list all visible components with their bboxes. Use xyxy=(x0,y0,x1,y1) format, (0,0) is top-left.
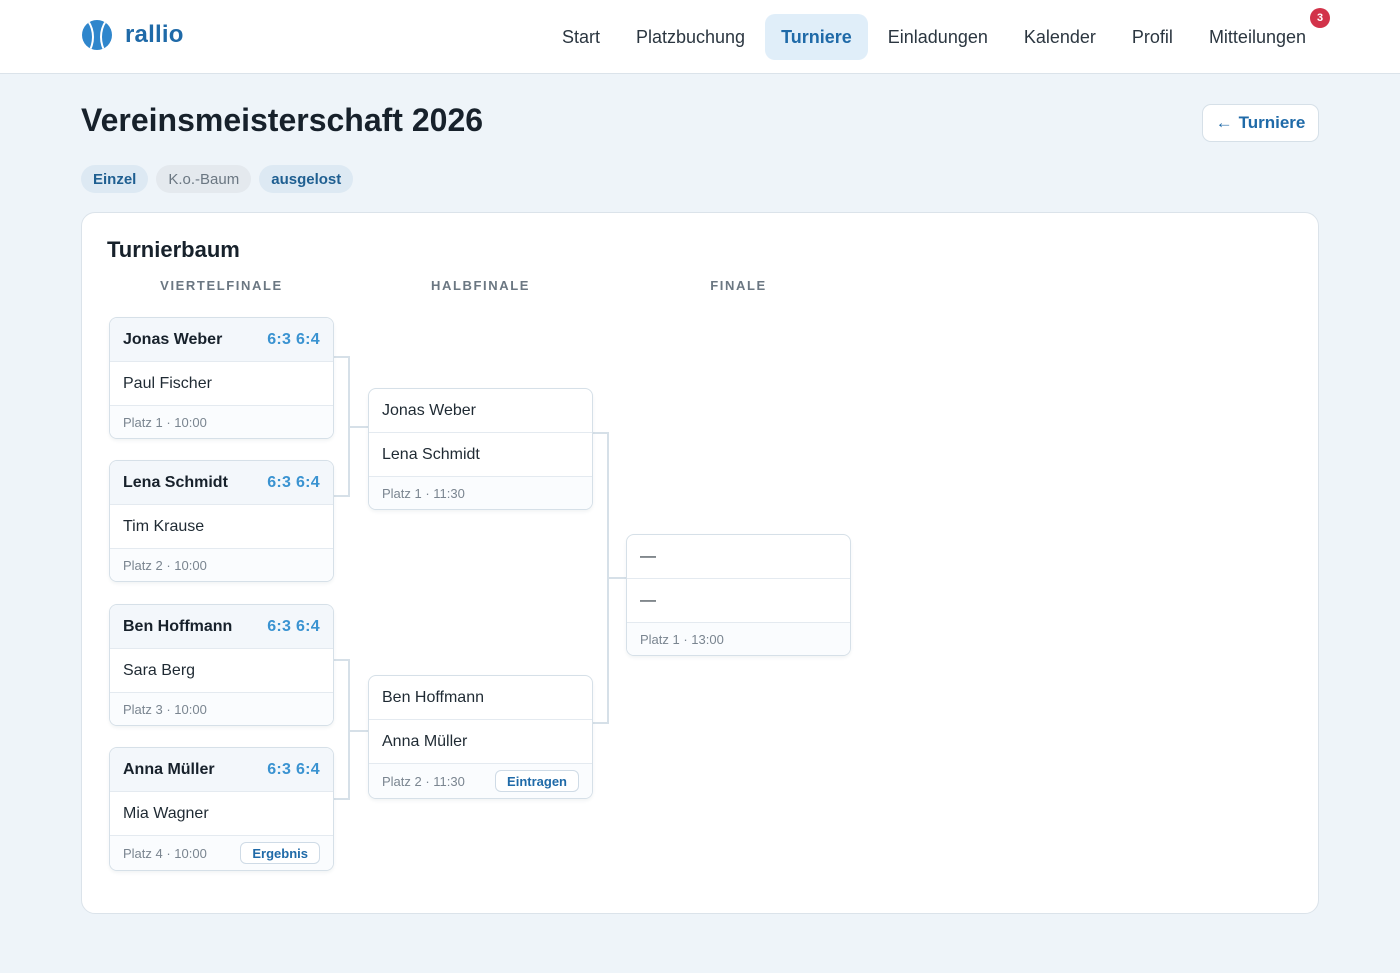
match-semifinal-1: Jonas Weber Lena Schmidt Platz 1 · 11:30 xyxy=(368,388,593,510)
player-name: Ben Hoffmann xyxy=(382,688,484,706)
back-to-tournaments-button[interactable]: ← Turniere xyxy=(1202,104,1319,142)
court-time: Platz 1 · 11:30 xyxy=(382,485,465,501)
enter-result-button[interactable]: Ergebnis xyxy=(240,842,320,864)
match-score: 6:3 6:4 xyxy=(267,760,320,778)
nav-item-profil[interactable]: Profil xyxy=(1116,14,1189,60)
page-title: Vereinsmeisterschaft 2026 xyxy=(81,102,484,138)
connector-qf3-qf4 xyxy=(333,659,350,800)
player-name: — xyxy=(640,591,656,609)
arrow-left-icon: ← xyxy=(1215,113,1233,132)
nav-item-platzbuchung[interactable]: Platzbuchung xyxy=(620,14,761,60)
player-row-winner: Lena Schmidt 6:3 6:4 xyxy=(110,461,333,505)
player-name: Paul Fischer xyxy=(123,374,212,392)
player-row-winner: Jonas Weber 6:3 6:4 xyxy=(110,318,333,362)
court-time: Platz 1 · 13:00 xyxy=(640,631,724,647)
match-meta: Platz 1 · 13:00 xyxy=(627,623,850,655)
match-quarterfinal-3: Ben Hoffmann 6:3 6:4 Sara Berg Platz 3 ·… xyxy=(109,604,334,726)
player-name: Anna Müller xyxy=(382,732,468,750)
match-quarterfinal-1: Jonas Weber 6:3 6:4 Paul Fischer Platz 1… xyxy=(109,317,334,439)
logo[interactable]: rallio xyxy=(82,19,184,51)
match-quarterfinal-2: Lena Schmidt 6:3 6:4 Tim Krause Platz 2 … xyxy=(109,460,334,582)
match-score: 6:3 6:4 xyxy=(267,330,320,348)
match-score: 6:3 6:4 xyxy=(267,617,320,635)
match-meta: Platz 4 · 10:00 Ergebnis xyxy=(110,836,333,870)
player-name: Jonas Weber xyxy=(123,330,223,348)
connector-sf1-sf2 xyxy=(592,432,609,724)
tag-format: Einzel xyxy=(81,165,149,193)
tournament-tags: Einzel K.o.-Baum ausgelost xyxy=(81,165,361,193)
match-final: — — Platz 1 · 13:00 xyxy=(626,534,851,656)
nav-item-turniere[interactable]: Turniere xyxy=(765,14,868,60)
court-time: Platz 4 · 10:00 xyxy=(123,845,207,861)
match-quarterfinal-4: Anna Müller 6:3 6:4 Mia Wagner Platz 4 ·… xyxy=(109,747,334,871)
court-time: Platz 1 · 10:00 xyxy=(123,414,207,430)
player-name: Mia Wagner xyxy=(123,804,209,822)
player-name: Tim Krause xyxy=(123,517,205,535)
nav-item-mitteilungen[interactable]: Mitteilungen 3 xyxy=(1193,8,1330,60)
court-time: Platz 3 · 10:00 xyxy=(123,701,207,717)
enter-score-button[interactable]: Eintragen xyxy=(495,770,579,792)
player-name: Lena Schmidt xyxy=(382,445,480,463)
player-row: Tim Krause xyxy=(110,505,333,549)
player-name: Sara Berg xyxy=(123,661,196,679)
back-button-label: Turniere xyxy=(1238,113,1306,132)
connector-qf1-qf2 xyxy=(333,356,350,497)
court-time: Platz 2 · 10:00 xyxy=(123,557,207,573)
player-row-winner: Ben Hoffmann 6:3 6:4 xyxy=(110,605,333,649)
player-row: Lena Schmidt xyxy=(369,433,592,477)
match-meta: Platz 2 · 11:30 Eintragen xyxy=(369,764,592,798)
court-time: Platz 2 · 11:30 xyxy=(382,773,465,789)
match-score: 6:3 6:4 xyxy=(267,473,320,491)
player-row: Paul Fischer xyxy=(110,362,333,406)
player-row: Sara Berg xyxy=(110,649,333,693)
nav-item-label: Mitteilungen xyxy=(1208,26,1306,47)
match-meta: Platz 1 · 10:00 xyxy=(110,406,333,438)
match-semifinal-2: Ben Hoffmann Anna Müller Platz 2 · 11:30… xyxy=(368,675,593,799)
notification-badge: 3 xyxy=(1310,8,1330,28)
player-row: Mia Wagner xyxy=(110,792,333,836)
match-meta: Platz 3 · 10:00 xyxy=(110,693,333,725)
player-row: — xyxy=(627,579,850,623)
player-name: Ben Hoffmann xyxy=(123,617,233,635)
player-name: Lena Schmidt xyxy=(123,473,228,491)
nav-item-einladungen[interactable]: Einladungen xyxy=(872,14,1004,60)
tag-mode: K.o.-Baum xyxy=(156,165,252,193)
main-nav: Start Platzbuchung Turniere Einladungen … xyxy=(542,8,1330,60)
logo-text: rallio xyxy=(125,21,184,48)
player-name: Anna Müller xyxy=(123,760,215,778)
player-row: Ben Hoffmann xyxy=(369,676,592,720)
bracket-card: Turnierbaum VIERTELFINALE HALBFINALE FIN… xyxy=(81,212,1319,914)
player-row: Jonas Weber xyxy=(369,389,592,433)
player-row: — xyxy=(627,535,850,579)
tennis-ball-icon xyxy=(82,20,112,50)
player-row: Anna Müller xyxy=(369,720,592,764)
top-navigation-bar: rallio Start Platzbuchung Turniere Einla… xyxy=(0,0,1400,74)
player-row-winner: Anna Müller 6:3 6:4 xyxy=(110,748,333,792)
match-meta: Platz 2 · 10:00 xyxy=(110,549,333,581)
player-name: — xyxy=(640,547,656,565)
player-name: Jonas Weber xyxy=(382,401,476,419)
match-meta: Platz 1 · 11:30 xyxy=(369,477,592,509)
nav-item-kalender[interactable]: Kalender xyxy=(1008,14,1112,60)
tag-status: ausgelost xyxy=(259,165,354,193)
nav-item-start[interactable]: Start xyxy=(546,14,616,60)
